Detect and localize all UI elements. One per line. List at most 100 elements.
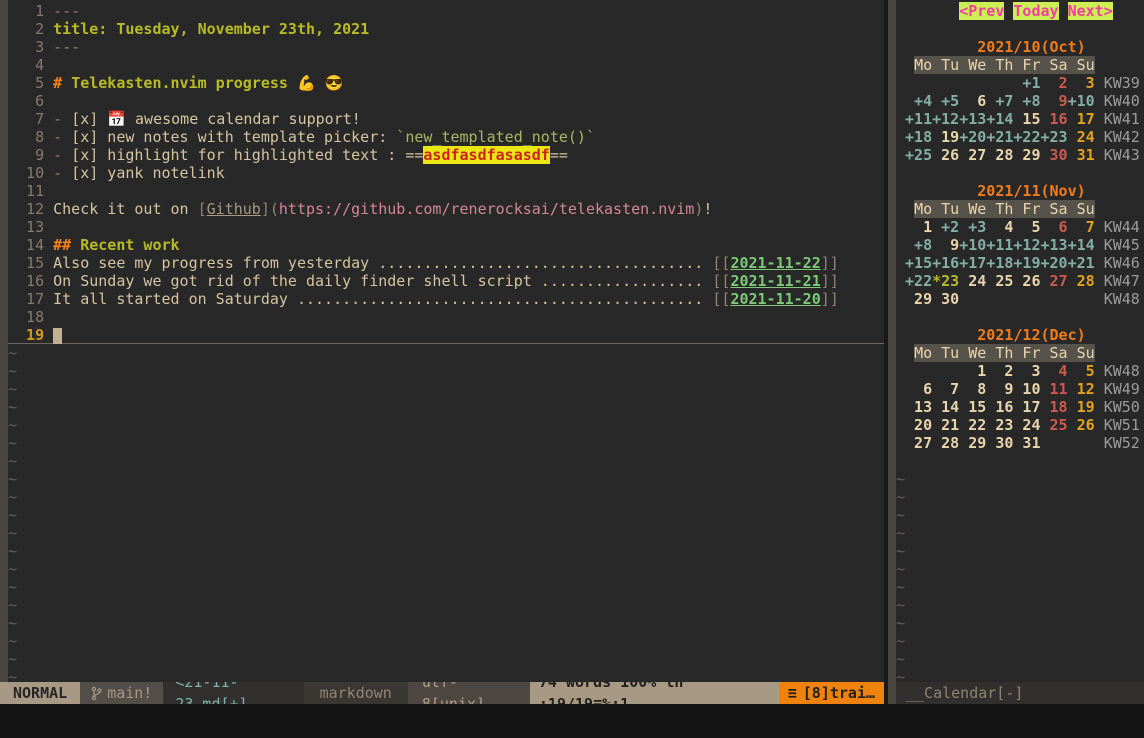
day-cell[interactable]: 24 xyxy=(959,272,986,290)
day-cell[interactable]: +25 xyxy=(905,146,932,164)
day-cell[interactable]: 5 xyxy=(1013,218,1040,236)
day-cell[interactable]: +21 xyxy=(986,128,1013,146)
day-cell[interactable]: 3 xyxy=(1068,74,1095,92)
day-cell[interactable]: 17 xyxy=(1013,398,1040,416)
day-cell[interactable]: +13 xyxy=(959,110,986,128)
day-cell[interactable]: 16 xyxy=(986,398,1013,416)
day-cell[interactable]: 4 xyxy=(986,218,1013,236)
day-cell[interactable]: +20 xyxy=(959,128,986,146)
editor-window[interactable]: 1---2title: Tuesday, November 23th, 2021… xyxy=(8,0,884,682)
day-cell[interactable]: 9 xyxy=(1041,92,1068,110)
day-cell[interactable]: 16 xyxy=(1041,110,1068,128)
day-cell[interactable]: +11 xyxy=(986,236,1013,254)
editor-scrollbar[interactable] xyxy=(0,0,8,682)
calendar-window[interactable]: <Prev Today Next> 2021/10(Oct) Mo Tu We … xyxy=(896,0,1144,682)
editor-line[interactable]: 1--- xyxy=(8,2,884,20)
day-cell[interactable]: 6 xyxy=(959,92,986,110)
day-cell[interactable]: 29 xyxy=(905,290,932,308)
day-cell[interactable]: +1 xyxy=(1013,74,1040,92)
editor-line[interactable]: 19 xyxy=(8,326,884,344)
day-cell[interactable]: 30 xyxy=(1041,146,1068,164)
day-cell[interactable]: 15 xyxy=(1013,110,1040,128)
day-cell[interactable]: 19 xyxy=(932,128,959,146)
day-cell[interactable]: 6 xyxy=(905,380,932,398)
calendar-scrollbar[interactable] xyxy=(888,0,896,682)
day-cell[interactable]: 6 xyxy=(1041,218,1068,236)
day-cell[interactable]: +17 xyxy=(959,254,986,272)
day-cell[interactable]: 26 xyxy=(1068,416,1095,434)
editor-line[interactable]: 4 xyxy=(8,56,884,74)
editor-line[interactable]: 7- [x] 📅 awesome calendar support! xyxy=(8,110,884,128)
day-cell[interactable]: 18 xyxy=(1041,398,1068,416)
day-cell[interactable]: 24 xyxy=(1068,128,1095,146)
day-cell[interactable]: 25 xyxy=(986,272,1013,290)
day-cell[interactable]: +20 xyxy=(1041,254,1068,272)
command-line[interactable] xyxy=(0,704,1144,738)
editor-line[interactable]: 17It all started on Saturday ...........… xyxy=(8,290,884,308)
calendar-next-button[interactable]: Next> xyxy=(1068,2,1113,20)
day-cell[interactable]: 31 xyxy=(1068,146,1095,164)
day-cell[interactable]: 25 xyxy=(1041,416,1068,434)
day-cell[interactable]: +12 xyxy=(932,110,959,128)
editor-line[interactable]: 11 xyxy=(8,182,884,200)
day-cell[interactable]: 7 xyxy=(932,380,959,398)
day-cell[interactable]: +13 xyxy=(1041,236,1068,254)
day-cell[interactable]: 19 xyxy=(1068,398,1095,416)
day-cell[interactable]: 13 xyxy=(905,398,932,416)
editor-line[interactable]: 16On Sunday we got rid of the daily find… xyxy=(8,272,884,290)
day-cell[interactable]: *23 xyxy=(932,272,959,290)
day-cell[interactable]: 23 xyxy=(986,416,1013,434)
day-cell[interactable]: +8 xyxy=(905,236,932,254)
day-cell[interactable]: 14 xyxy=(932,398,959,416)
day-cell[interactable]: 27 xyxy=(1041,272,1068,290)
day-cell[interactable]: 11 xyxy=(1041,380,1068,398)
day-cell[interactable]: 9 xyxy=(986,380,1013,398)
day-cell[interactable]: 5 xyxy=(1068,362,1095,380)
editor-line[interactable]: 15Also see my progress from yesterday ..… xyxy=(8,254,884,272)
day-cell[interactable]: +14 xyxy=(986,110,1013,128)
editor-line[interactable]: 9- [x] highlight for highlighted text : … xyxy=(8,146,884,164)
day-cell[interactable]: +15 xyxy=(905,254,932,272)
day-cell[interactable]: 15 xyxy=(959,398,986,416)
day-cell[interactable]: 2 xyxy=(986,362,1013,380)
calendar-today-button[interactable]: Today xyxy=(1013,2,1058,20)
day-cell[interactable]: +14 xyxy=(1068,236,1095,254)
day-cell[interactable]: +16 xyxy=(932,254,959,272)
day-cell[interactable]: 26 xyxy=(1013,272,1040,290)
day-cell[interactable]: 27 xyxy=(959,146,986,164)
day-cell[interactable]: +22 xyxy=(905,272,932,290)
day-cell[interactable]: 21 xyxy=(932,416,959,434)
day-cell[interactable]: +8 xyxy=(1013,92,1040,110)
day-cell[interactable]: +18 xyxy=(986,254,1013,272)
day-cell[interactable]: +4 xyxy=(905,92,932,110)
day-cell[interactable]: 29 xyxy=(959,434,986,452)
day-cell[interactable]: +21 xyxy=(1068,254,1095,272)
editor-line[interactable]: 12Check it out on [Github](https://githu… xyxy=(8,200,884,218)
day-cell[interactable]: +10 xyxy=(959,236,986,254)
day-cell[interactable]: 26 xyxy=(932,146,959,164)
day-cell[interactable]: 30 xyxy=(986,434,1013,452)
day-cell[interactable]: 28 xyxy=(986,146,1013,164)
editor-line[interactable]: 8- [x] new notes with template picker: `… xyxy=(8,128,884,146)
day-cell[interactable]: 28 xyxy=(1068,272,1095,290)
day-cell[interactable]: 30 xyxy=(932,290,959,308)
day-cell[interactable]: 3 xyxy=(1013,362,1040,380)
day-cell[interactable]: 10 xyxy=(1013,380,1040,398)
day-cell[interactable]: +10 xyxy=(1068,92,1095,110)
day-cell[interactable]: +3 xyxy=(959,218,986,236)
day-cell[interactable]: 1 xyxy=(959,362,986,380)
calendar-prev-button[interactable]: <Prev xyxy=(959,2,1004,20)
day-cell[interactable]: 27 xyxy=(905,434,932,452)
day-cell[interactable]: 12 xyxy=(1068,380,1095,398)
day-cell[interactable]: +19 xyxy=(1013,254,1040,272)
day-cell[interactable]: 7 xyxy=(1068,218,1095,236)
day-cell[interactable]: 31 xyxy=(1013,434,1040,452)
day-cell[interactable]: +2 xyxy=(932,218,959,236)
day-cell[interactable]: 4 xyxy=(1041,362,1068,380)
editor-line[interactable]: 10- [x] yank notelink xyxy=(8,164,884,182)
day-cell[interactable]: +11 xyxy=(905,110,932,128)
day-cell[interactable]: +18 xyxy=(905,128,932,146)
day-cell[interactable]: +12 xyxy=(1013,236,1040,254)
day-cell[interactable]: +5 xyxy=(932,92,959,110)
day-cell[interactable]: 29 xyxy=(1013,146,1040,164)
